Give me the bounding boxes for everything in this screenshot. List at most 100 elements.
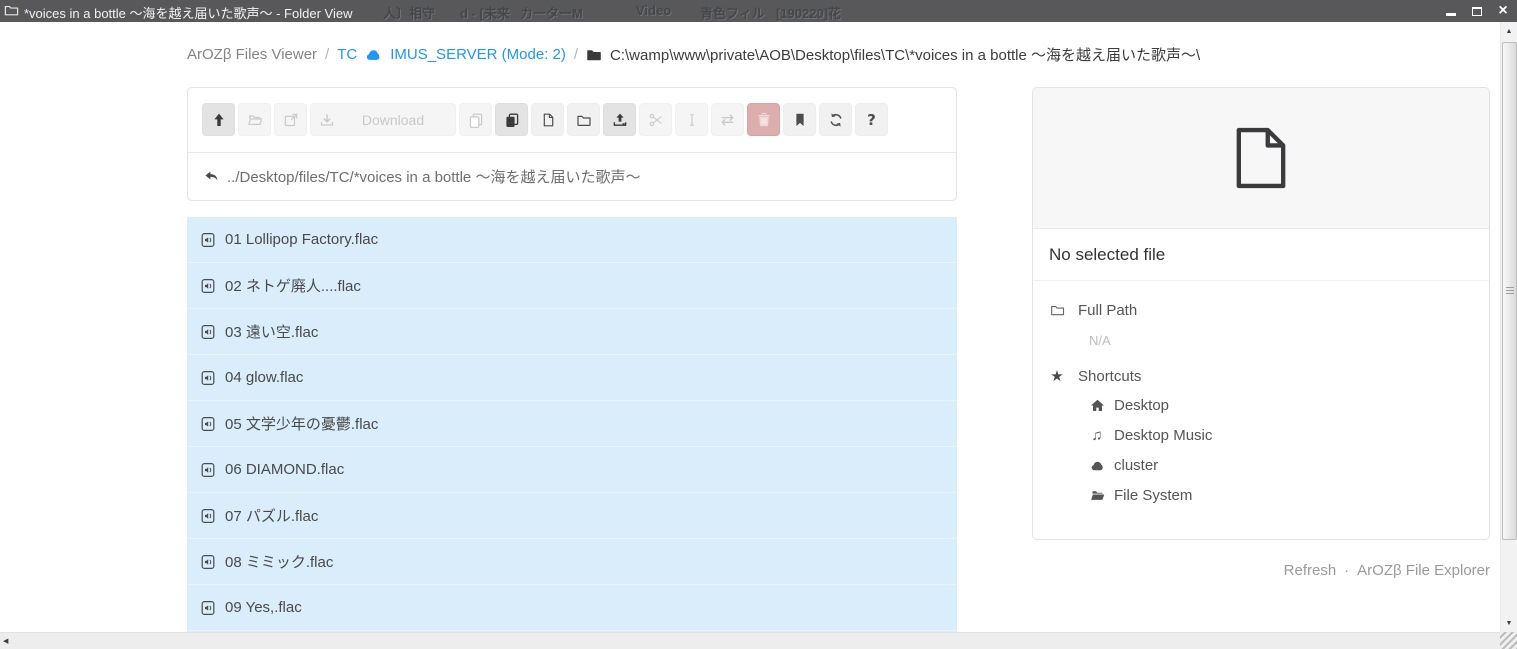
up-directory-button[interactable] <box>202 103 235 136</box>
file-row[interactable]: 07 パズル.flac <box>187 493 957 539</box>
footer-separator: · <box>1344 562 1349 579</box>
file-name: 07 パズル.flac <box>225 505 318 526</box>
copy-button[interactable] <box>459 103 492 136</box>
cloud-icon <box>365 46 382 63</box>
folder-view-window: *voices in a bottle ～海を越え届いた歌声～ - Folder… <box>0 0 1517 649</box>
shortcut-list: Desktop ♫Desktop Music cluster File System <box>1049 394 1473 504</box>
audio-file-icon <box>200 554 216 570</box>
scroll-up-button[interactable]: ▲ <box>1501 23 1517 39</box>
folder-open-filled-icon <box>1089 488 1105 503</box>
new-file-button[interactable] <box>531 103 564 136</box>
breadcrumb: ArOZβ Files Viewer / TC IMUS_SERVER (Mod… <box>187 44 1200 65</box>
folder-outline-icon <box>1049 303 1065 318</box>
no-selected-file-label: No selected file <box>1033 229 1489 281</box>
download-icon <box>319 112 335 128</box>
file-row[interactable]: 03 遠い空.flac <box>187 309 957 355</box>
ghost-window-text: Video <box>636 3 671 18</box>
shortcut-file-system[interactable]: File System <box>1089 484 1473 504</box>
external-link-icon <box>283 112 299 128</box>
shortcut-label: File System <box>1114 487 1192 504</box>
file-row[interactable]: 04 glow.flac <box>187 355 957 401</box>
refresh-link[interactable]: Refresh <box>1284 562 1337 579</box>
close-button[interactable]: × <box>1497 4 1509 18</box>
cloud-icon <box>1089 458 1105 473</box>
shortcut-desktop[interactable]: Desktop <box>1089 394 1473 414</box>
ghost-window-text: [190220]花 <box>776 3 841 22</box>
vertical-scrollbar[interactable]: ▲ ▼ <box>1500 22 1517 632</box>
audio-file-icon <box>200 416 216 432</box>
titlebar: *voices in a bottle ～海を越え届いた歌声～ - Folder… <box>0 0 1517 22</box>
open-in-new-window-button[interactable] <box>274 103 307 136</box>
file-operations-panel: Download⇄? ../Desktop/files/TC/*voices i… <box>187 87 957 201</box>
folder-icon <box>586 47 602 63</box>
document-icon <box>1234 127 1288 189</box>
shortcut-label: Desktop <box>1114 397 1169 414</box>
move-button[interactable]: ⇄ <box>711 103 744 136</box>
app-title: ArOZβ Files Viewer <box>187 46 317 63</box>
current-directory-path: C:\wamp\www\private\AOB\Desktop\files\TC… <box>610 44 1200 65</box>
folder-open-icon <box>247 112 263 128</box>
help-button[interactable]: ? <box>855 103 888 136</box>
rename-button[interactable] <box>675 103 708 136</box>
audio-file-icon <box>200 278 216 294</box>
ghost-window-text: d - [未来 <box>460 3 510 22</box>
breadcrumb-separator: / <box>325 46 329 63</box>
shortcut-cluster[interactable]: cluster <box>1089 454 1473 474</box>
refresh-button[interactable] <box>819 103 852 136</box>
home-icon <box>1089 398 1105 413</box>
file-row[interactable]: 05 文学少年の憂鬱.flac <box>187 401 957 447</box>
file-row[interactable]: 02 ネトゲ廃人....flac <box>187 263 957 309</box>
copy-icon <box>468 112 484 128</box>
download-button[interactable]: Download <box>310 103 456 136</box>
audio-file-icon <box>200 462 216 478</box>
paste-button[interactable] <box>495 103 528 136</box>
shortcuts-row: ★ Shortcuts <box>1049 368 1473 385</box>
text-cursor-icon <box>684 112 700 128</box>
delete-button[interactable] <box>747 103 780 136</box>
breadcrumb-server-link[interactable]: IMUS_SERVER (Mode: 2) <box>390 46 566 63</box>
arrow-up-icon <box>211 112 227 128</box>
shortcut-label: cluster <box>1114 457 1158 474</box>
open-button[interactable] <box>238 103 271 136</box>
ghost-window-text: 人〕相守 <box>383 3 435 22</box>
upload-button[interactable] <box>603 103 636 136</box>
horizontal-scrollbar[interactable]: ◀ <box>0 632 1500 649</box>
brand-link[interactable]: ArOZβ File Explorer <box>1357 562 1490 579</box>
file-properties: Full Path N/A ★ Shortcuts Desktop♫Deskto… <box>1033 281 1489 526</box>
ghost-window-text: カーターM <box>520 3 583 22</box>
download-button-label: Download <box>335 112 455 128</box>
file-row[interactable]: 01 Lollipop Factory.flac <box>187 217 957 263</box>
file-list: 01 Lollipop Factory.flac 02 ネトゲ廃人....flac… <box>187 217 957 632</box>
new-folder-button[interactable] <box>567 103 600 136</box>
go-up-icon[interactable] <box>204 169 219 184</box>
vertical-scrollbar-thumb[interactable] <box>1502 42 1517 540</box>
refresh-icon <box>828 112 844 128</box>
minimize-button[interactable] <box>1445 4 1457 18</box>
file-inspector-panel: No selected file Full Path N/A ★ Shortcu… <box>1032 87 1490 540</box>
page-content: ArOZβ Files Viewer / TC IMUS_SERVER (Mod… <box>0 22 1500 632</box>
swap-arrows-icon: ⇄ <box>721 112 734 128</box>
shortcut-desktop-music[interactable]: ♫Desktop Music <box>1089 424 1473 444</box>
audio-file-icon <box>200 370 216 386</box>
audio-file-icon <box>200 324 216 340</box>
file-name: 06 DIAMOND.flac <box>225 461 344 478</box>
window-title: *voices in a bottle ～海を越え届いた歌声～ - Folder… <box>24 3 352 22</box>
file-name: 02 ネトゲ廃人....flac <box>225 275 361 296</box>
file-row[interactable]: 09 Yes,.flac <box>187 585 957 631</box>
file-row[interactable]: 08 ミミック.flac <box>187 539 957 585</box>
resize-grip[interactable] <box>1500 632 1517 649</box>
cut-button[interactable] <box>639 103 672 136</box>
breadcrumb-vroot-link[interactable]: TC <box>337 46 357 63</box>
star-icon: ★ <box>1049 369 1065 384</box>
file-name: 08 ミミック.flac <box>225 551 333 572</box>
file-row[interactable]: 06 DIAMOND.flac <box>187 447 957 493</box>
file-name: 04 glow.flac <box>225 369 303 386</box>
scroll-down-button[interactable]: ▼ <box>1501 615 1517 631</box>
trash-icon <box>756 112 772 128</box>
bookmark-button[interactable] <box>783 103 816 136</box>
maximize-button[interactable] <box>1471 4 1483 18</box>
file-name: 09 Yes,.flac <box>225 599 302 616</box>
scroll-left-button[interactable]: ◀ <box>3 633 8 649</box>
full-path-label: Full Path <box>1078 302 1137 319</box>
audio-file-icon <box>200 600 216 616</box>
